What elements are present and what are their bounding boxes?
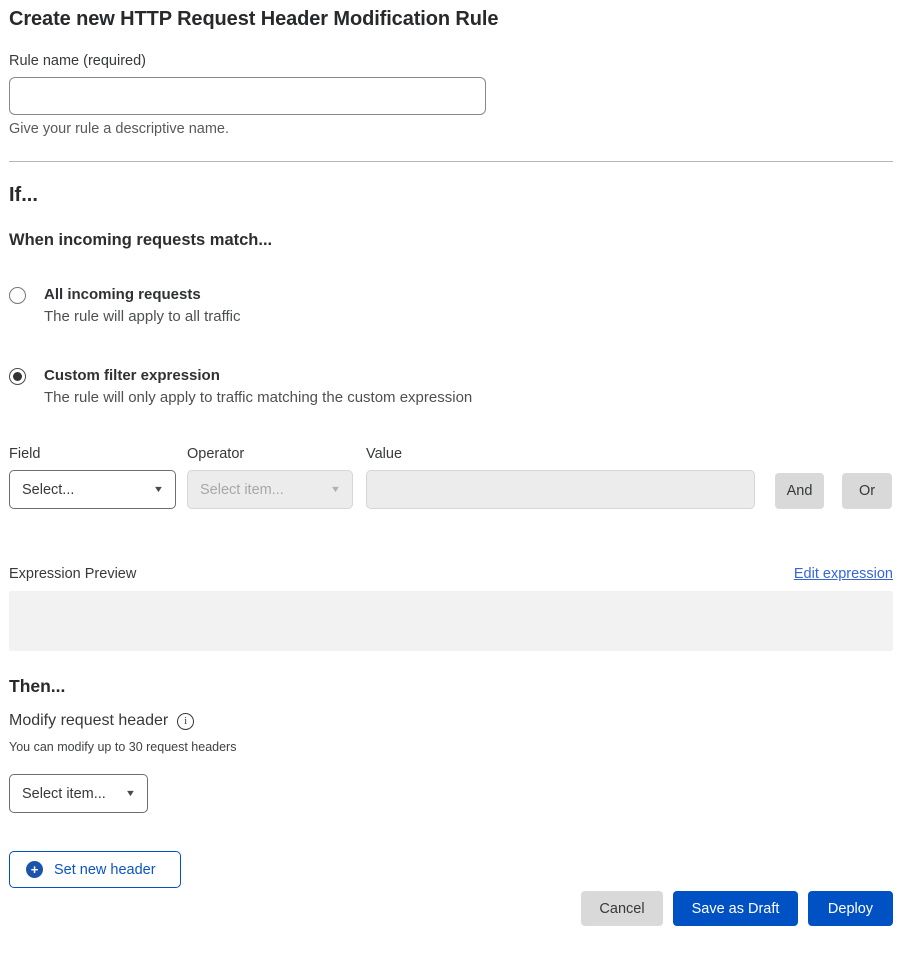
section-divider	[9, 161, 893, 162]
rule-name-help: Give your rule a descriptive name.	[9, 121, 893, 137]
operator-select-value: Select item...	[200, 482, 284, 498]
chevron-down-icon: ▼	[153, 485, 164, 494]
then-heading: Then...	[9, 676, 893, 697]
deploy-button[interactable]: Deploy	[808, 891, 893, 926]
rule-name-label: Rule name (required)	[9, 53, 893, 69]
expression-preview-box	[9, 591, 893, 651]
footer-actions: Cancel Save as Draft Deploy	[9, 891, 893, 926]
radio-custom-label: Custom filter expression	[44, 367, 472, 384]
header-item-select[interactable]: Select item... ▼	[9, 774, 148, 813]
radio-selected-icon[interactable]	[9, 368, 26, 385]
radio-custom-filter-expression[interactable]: Custom filter expression The rule will o…	[9, 367, 893, 406]
rule-name-input[interactable]	[9, 77, 486, 115]
radio-all-incoming-requests[interactable]: All incoming requests The rule will appl…	[9, 286, 893, 325]
page-title: Create new HTTP Request Header Modificat…	[9, 8, 893, 31]
expression-preview-header: Expression Preview Edit expression	[9, 566, 893, 582]
operator-select: Select item... ▼	[187, 470, 353, 509]
value-input	[366, 470, 755, 509]
chevron-down-icon: ▼	[125, 789, 136, 798]
set-new-header-button[interactable]: + Set new header	[9, 851, 181, 888]
create-rule-form: Create new HTTP Request Header Modificat…	[0, 0, 899, 926]
and-button[interactable]: And	[775, 473, 824, 509]
match-subheading: When incoming requests match...	[9, 231, 893, 250]
modify-header-hint: You can modify up to 30 request headers	[9, 740, 893, 754]
plus-circle-icon: +	[26, 861, 43, 878]
cancel-button[interactable]: Cancel	[581, 891, 663, 926]
radio-unselected-icon[interactable]	[9, 287, 26, 304]
info-icon[interactable]: i	[177, 713, 194, 730]
radio-all-description: The rule will apply to all traffic	[44, 308, 240, 325]
expression-builder-row: Field Select... ▼ Operator Select item..…	[9, 446, 893, 509]
save-as-draft-button[interactable]: Save as Draft	[673, 891, 798, 926]
if-heading: If...	[9, 184, 893, 207]
modify-request-header-label: Modify request header	[9, 712, 168, 730]
set-new-header-label: Set new header	[54, 862, 156, 878]
edit-expression-link[interactable]: Edit expression	[794, 566, 893, 582]
expression-preview-label: Expression Preview	[9, 566, 136, 582]
or-button[interactable]: Or	[842, 473, 892, 509]
field-select[interactable]: Select... ▼	[9, 470, 176, 509]
header-item-select-value: Select item...	[22, 786, 106, 802]
field-label: Field	[9, 446, 176, 462]
radio-custom-description: The rule will only apply to traffic matc…	[44, 389, 472, 406]
field-select-value: Select...	[22, 482, 74, 498]
value-label: Value	[366, 446, 755, 462]
chevron-down-icon: ▼	[330, 485, 341, 494]
radio-all-label: All incoming requests	[44, 286, 240, 303]
modify-header-row: Modify request header i	[9, 712, 893, 730]
operator-label: Operator	[187, 446, 353, 462]
